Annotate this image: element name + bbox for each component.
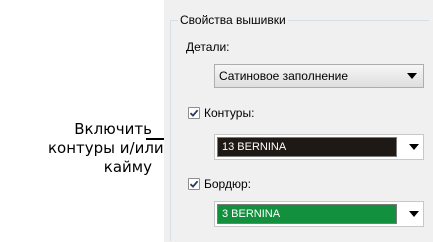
contours-color-swatch: 13 BERNINA [217,137,397,157]
annotation-line-1: Включить [74,120,152,138]
contours-label: Контуры: [204,106,255,120]
check-icon [189,109,199,117]
border-label: Бордюр: [204,177,251,191]
details-select-value: Сатиновое заполнение [219,69,349,83]
contours-color-select[interactable]: 13 BERNINA [214,134,424,160]
border-color-name: 3 BERNINA [222,208,281,220]
chevron-down-icon [409,144,419,150]
details-label: Детали: [186,40,230,54]
annotation-line-2: контуры и/или [48,139,164,157]
border-checkbox[interactable] [188,178,200,190]
chevron-down-icon [409,211,419,217]
border-color-select[interactable]: 3 BERNINA [214,201,424,227]
contours-color-name: 13 BERNINA [222,141,287,153]
contours-checkbox[interactable] [188,107,200,119]
annotation-line-3: кайму [103,158,152,176]
group-title: Свойства вышивки [178,13,288,27]
details-select[interactable]: Сатиновое заполнение [214,64,424,88]
check-icon [189,180,199,188]
annotation-callout: Включить контуры и/или кайму [48,120,164,177]
border-color-swatch: 3 BERNINA [217,204,397,224]
embroidery-properties-panel: Свойства вышивки Детали: Сатиновое запол… [164,0,433,242]
chevron-down-icon [407,73,417,79]
